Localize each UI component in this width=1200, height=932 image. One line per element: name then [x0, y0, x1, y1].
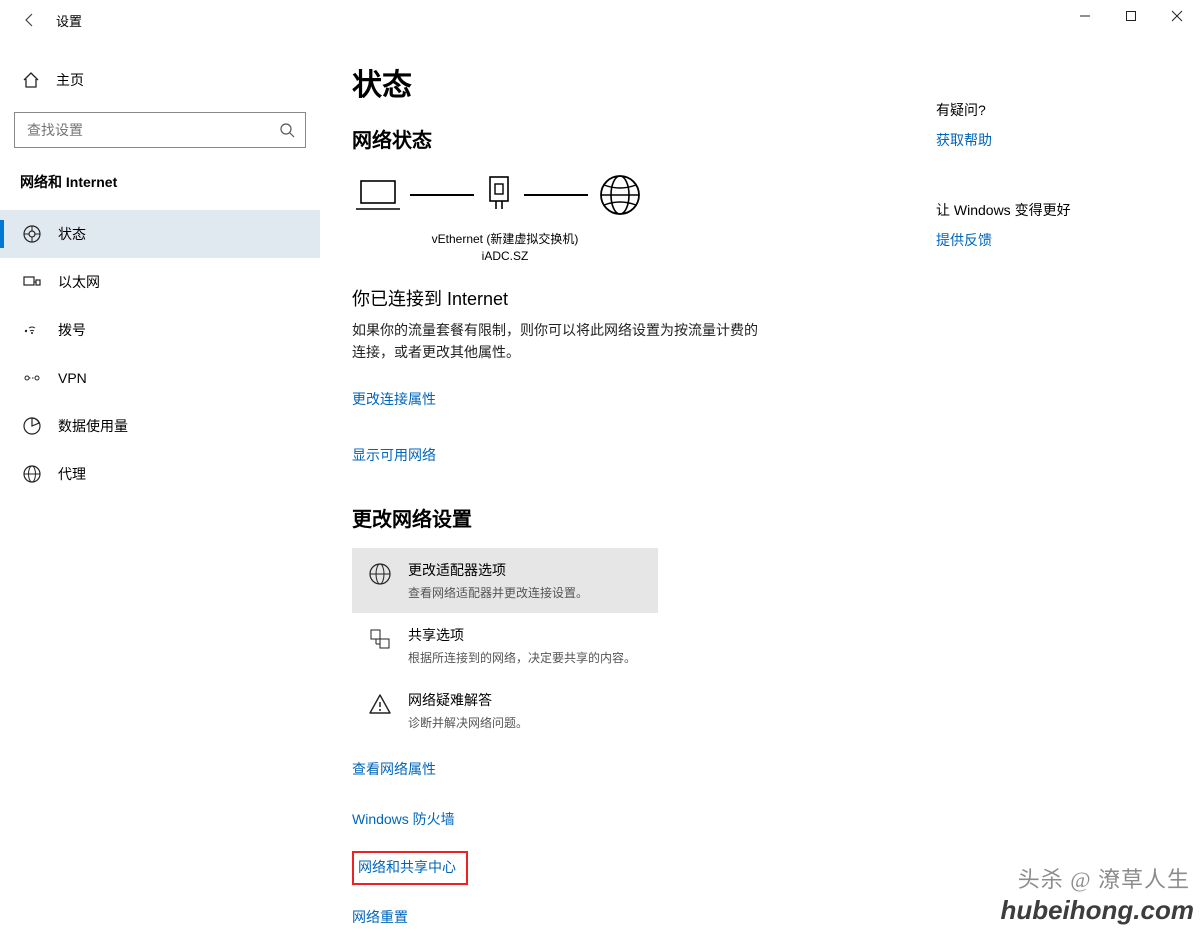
nav-dialup[interactable]: 拨号	[0, 306, 320, 354]
troubleshoot-icon	[368, 690, 392, 716]
search-input[interactable]	[15, 122, 269, 138]
adapter-icon	[484, 174, 514, 216]
minimize-button[interactable]	[1062, 0, 1108, 32]
maximize-button[interactable]	[1108, 0, 1154, 32]
change-connection-props-link[interactable]: 更改连接属性	[352, 389, 436, 409]
change-settings-heading: 更改网络设置	[352, 503, 1170, 532]
windows-firewall-link[interactable]: Windows 防火墙	[352, 809, 455, 829]
dialup-icon	[22, 320, 42, 340]
adapter-options-icon	[368, 560, 392, 586]
nav-status[interactable]: 状态	[0, 210, 320, 258]
network-reset-link[interactable]: 网络重置	[352, 907, 408, 927]
tile-desc: 诊断并解决网络问题。	[408, 714, 528, 731]
window-title: 设置	[56, 11, 82, 30]
watermark-author: 头杀 @ 潦草人生	[1018, 862, 1190, 894]
nav-label: 代理	[58, 464, 86, 484]
tile-title: 共享选项	[408, 625, 636, 645]
tile-desc: 根据所连接到的网络，决定要共享的内容。	[408, 649, 636, 666]
nav-ethernet[interactable]: 以太网	[0, 258, 320, 306]
help-question: 有疑问?	[936, 100, 1156, 120]
pc-icon	[356, 175, 400, 215]
adapter-label: vEthernet (新建虚拟交换机) iADC.SZ	[420, 231, 590, 265]
nav-label: 数据使用量	[58, 416, 128, 436]
vpn-icon	[22, 368, 42, 388]
home-label: 主页	[56, 70, 84, 90]
window-controls	[1062, 0, 1200, 32]
nav-datausage[interactable]: 数据使用量	[0, 402, 320, 450]
nav-label: 以太网	[58, 272, 100, 292]
data-usage-icon	[22, 416, 42, 436]
tile-title: 网络疑难解答	[408, 690, 528, 710]
tile-desc: 查看网络适配器并更改连接设置。	[408, 584, 588, 601]
page-title: 状态	[352, 60, 1170, 104]
network-sharing-center-highlight: 网络和共享中心	[352, 851, 468, 885]
nav-label: VPN	[58, 370, 87, 386]
home-row[interactable]: 主页	[0, 60, 320, 100]
search-box[interactable]	[14, 112, 306, 148]
sidebar-section: 网络和 Internet	[0, 172, 320, 192]
sidebar: 主页 网络和 Internet 状态 以太网	[0, 40, 320, 932]
back-button[interactable]	[10, 0, 50, 40]
help-panel: 有疑问? 获取帮助 让 Windows 变得更好 提供反馈	[936, 100, 1156, 300]
status-icon	[22, 224, 42, 244]
get-help-link[interactable]: 获取帮助	[936, 130, 1156, 150]
network-sharing-center-link[interactable]: 网络和共享中心	[358, 857, 456, 877]
make-better-heading: 让 Windows 变得更好	[936, 200, 1156, 220]
tile-troubleshoot[interactable]: 网络疑难解答 诊断并解决网络问题。	[352, 678, 658, 743]
ethernet-icon	[22, 272, 42, 292]
watermark-site: hubeihong.com	[1000, 895, 1194, 926]
titlebar: 设置	[0, 0, 1200, 40]
nav-label: 状态	[58, 224, 86, 244]
nav-proxy[interactable]: 代理	[0, 450, 320, 498]
search-icon	[269, 112, 305, 148]
show-networks-link[interactable]: 显示可用网络	[352, 445, 436, 465]
tile-sharing-options[interactable]: 共享选项 根据所连接到的网络，决定要共享的内容。	[352, 613, 658, 678]
network-properties-link[interactable]: 查看网络属性	[352, 759, 436, 779]
feedback-link[interactable]: 提供反馈	[936, 230, 1156, 250]
proxy-icon	[22, 464, 42, 484]
tile-title: 更改适配器选项	[408, 560, 588, 580]
close-button[interactable]	[1154, 0, 1200, 32]
nav-vpn[interactable]: VPN	[0, 354, 320, 402]
nav-label: 拨号	[58, 320, 86, 340]
globe-icon	[598, 173, 642, 217]
tile-adapter-options[interactable]: 更改适配器选项 查看网络适配器并更改连接设置。	[352, 548, 658, 613]
home-icon	[22, 71, 40, 89]
sharing-icon	[368, 625, 392, 651]
connected-desc: 如果你的流量套餐有限制，则你可以将此网络设置为按流量计费的连接，或者更改其他属性…	[352, 319, 762, 364]
